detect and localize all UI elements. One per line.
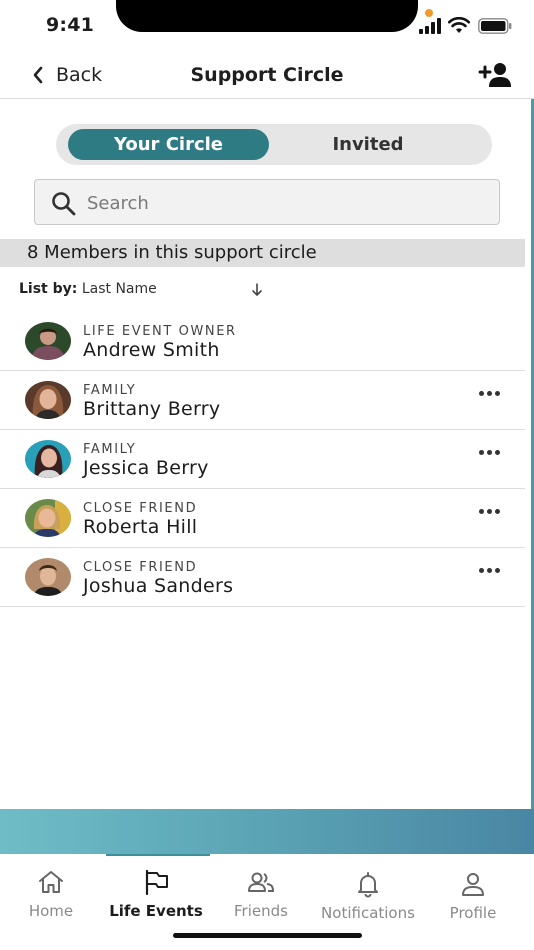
add-person-icon[interactable] [478,62,512,88]
nav-header: Back Support Circle [0,50,534,99]
search-box [34,179,500,225]
tab-life-events[interactable]: Life Events [101,868,211,920]
avatar-image [25,381,71,419]
privacy-indicator-dot [425,9,433,17]
member-role: CLOSE FRIEND [83,501,198,516]
home-indicator [173,933,362,938]
avatar-image [25,440,71,478]
avatar-image [25,322,71,360]
cellular-signal-icon [419,18,441,34]
more-options-icon[interactable] [477,507,505,517]
tab-profile-label: Profile [449,904,497,922]
wifi-icon [448,17,470,33]
member-role: FAMILY [83,442,137,457]
member-name: Jessica Berry [83,457,209,479]
member-list: LIFE EVENT OWNER Andrew Smith FAMILY Bri… [0,312,525,607]
avatar [25,322,71,360]
avatar [25,381,71,419]
tab-friends-label: Friends [234,902,288,920]
tab-home-label: Home [28,902,74,920]
home-icon [39,871,63,893]
more-options-icon[interactable] [477,448,505,458]
avatar-image [25,558,71,596]
member-row[interactable]: FAMILY Jessica Berry [0,430,525,489]
member-role: FAMILY [83,383,137,398]
tab-invited[interactable]: Invited [288,129,448,160]
more-options-icon[interactable] [477,389,505,399]
person-icon [462,873,484,896]
more-options-icon[interactable] [477,566,505,576]
arrow-down-icon[interactable] [251,283,263,297]
member-name: Roberta Hill [83,516,198,538]
avatar [25,440,71,478]
avatar-image [25,499,71,537]
member-row[interactable]: LIFE EVENT OWNER Andrew Smith [0,312,525,371]
member-name: Andrew Smith [83,339,220,361]
member-name: Brittany Berry [83,398,221,420]
list-by-sort[interactable]: List by: Last Name [19,281,157,297]
tab-your-circle[interactable]: Your Circle [68,129,269,160]
list-by-label: List by: [19,281,78,297]
tab-home[interactable]: Home [0,868,106,920]
members-count-banner: 8 Members in this support circle [0,239,525,267]
tab-notifications[interactable]: Notifications [313,868,423,922]
list-by-field: Last Name [81,281,157,297]
device-notch [116,0,418,32]
search-input[interactable] [87,188,487,218]
member-name: Joshua Sanders [83,575,234,597]
tab-profile[interactable]: Profile [418,868,528,922]
member-row[interactable]: CLOSE FRIEND Joshua Sanders [0,548,525,607]
status-bar: 9:41 [0,0,534,48]
decorative-gradient-band [0,809,534,854]
member-row[interactable]: FAMILY Brittany Berry [0,371,525,430]
member-row[interactable]: CLOSE FRIEND Roberta Hill [0,489,525,548]
active-tab-indicator [106,854,210,856]
tab-life-events-label: Life Events [109,902,203,920]
battery-icon [478,18,512,34]
tab-notifications-label: Notifications [321,904,415,922]
page-title: Support Circle [190,64,344,86]
avatar [25,558,71,596]
bell-icon [358,872,378,898]
search-icon [52,192,76,216]
friends-icon [248,872,275,892]
member-role: LIFE EVENT OWNER [83,324,237,339]
flag-icon [145,869,168,896]
member-role: CLOSE FRIEND [83,560,198,575]
tab-friends[interactable]: Friends [206,868,316,920]
avatar [25,499,71,537]
status-time: 9:41 [46,14,95,36]
circle-segment-control: Your Circle Invited [56,124,492,165]
